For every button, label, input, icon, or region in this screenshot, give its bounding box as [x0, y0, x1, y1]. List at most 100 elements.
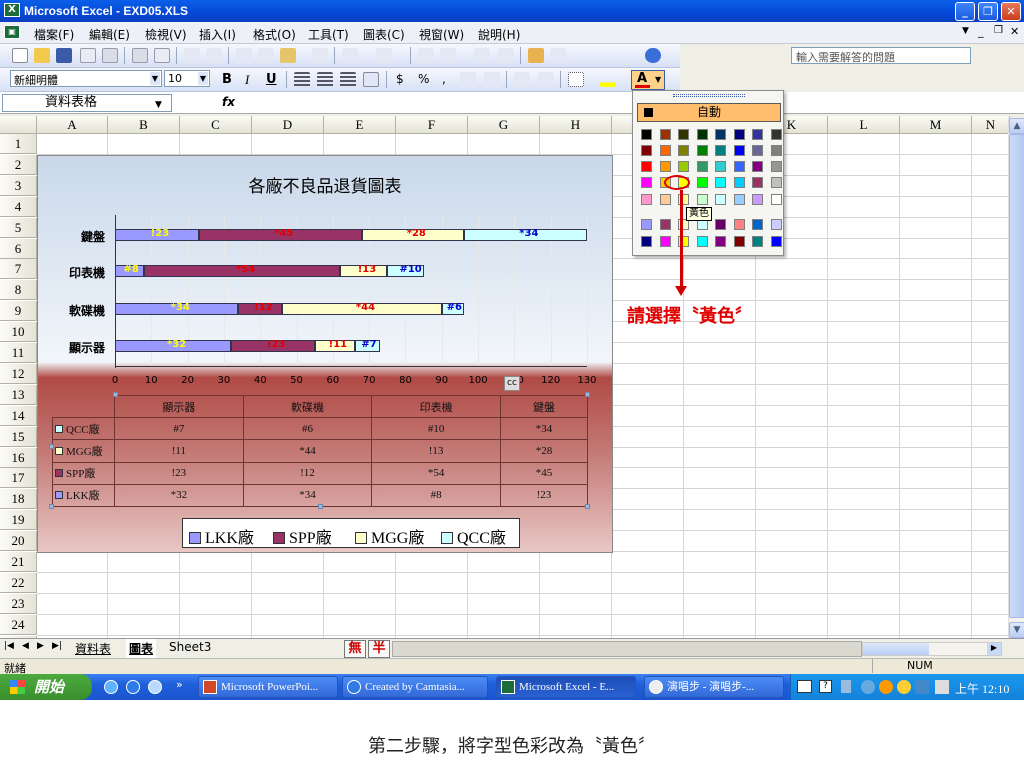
comma-icon[interactable]: , — [442, 72, 446, 86]
doc-minimize-icon[interactable]: _ — [978, 25, 984, 38]
autosum-icon[interactable] — [440, 48, 456, 63]
color-swatch[interactable] — [659, 219, 671, 230]
col-header-m[interactable]: M — [900, 116, 972, 134]
underline-icon[interactable]: U — [266, 72, 277, 87]
col-header-e[interactable]: E — [324, 116, 396, 134]
last-sheet-icon[interactable]: ▶| — [52, 641, 62, 651]
color-swatch[interactable] — [659, 129, 671, 140]
task-excel[interactable]: Microsoft Excel - E... — [496, 676, 636, 698]
clock[interactable]: 上午 12:10 — [955, 680, 1009, 697]
sort-ascending-icon[interactable] — [474, 48, 490, 63]
scroll-up-icon[interactable]: ▲ — [1009, 118, 1024, 134]
data-label[interactable]: !11 — [329, 339, 347, 350]
menu-view[interactable]: 檢視(V) — [145, 26, 187, 43]
menu-chart[interactable]: 圖表(C) — [363, 26, 405, 43]
col-header-n[interactable]: N — [972, 116, 1010, 134]
increase-indent-icon[interactable] — [538, 72, 554, 87]
horizontal-scrollbar[interactable]: ▶ — [862, 642, 1002, 656]
select-all-corner[interactable] — [0, 116, 37, 134]
undo-icon[interactable] — [342, 48, 358, 63]
increase-decimal-icon[interactable] — [460, 72, 476, 87]
prev-sheet-icon[interactable]: ◀ — [22, 641, 29, 651]
color-swatch[interactable] — [733, 236, 745, 247]
chart-legend[interactable]: LKK廠 SPP廠 MGG廠 QCC廠 — [182, 518, 520, 548]
col-header-b[interactable]: B — [108, 116, 180, 134]
row-header[interactable]: 13 — [0, 384, 37, 405]
row-header[interactable]: 2 — [0, 154, 37, 175]
row-header[interactable]: 3 — [0, 175, 37, 196]
ime-mode-button[interactable]: 無 — [344, 640, 366, 658]
name-box-dropdown-icon[interactable]: ▼ — [155, 97, 162, 113]
preview-icon[interactable] — [154, 48, 170, 63]
color-swatch[interactable] — [641, 194, 652, 205]
font-color-button[interactable]: A ▼ — [631, 70, 665, 90]
network-icon[interactable] — [841, 680, 851, 693]
doc-close-icon[interactable]: ✕ — [1010, 25, 1019, 38]
restore-button[interactable]: ❐ — [978, 2, 998, 21]
data-label[interactable]: !23 — [267, 339, 285, 350]
font-color-palette[interactable]: 自動 — [632, 90, 784, 256]
color-swatch[interactable] — [733, 177, 745, 188]
color-swatch[interactable] — [752, 129, 763, 140]
ime-width-button[interactable]: 半 — [368, 640, 390, 658]
data-label[interactable]: *32 — [167, 339, 186, 350]
color-swatch[interactable] — [770, 177, 782, 188]
row-header[interactable]: 5 — [0, 217, 37, 238]
color-swatch[interactable] — [752, 177, 763, 188]
row-header[interactable]: 8 — [0, 280, 37, 301]
quicklaunch-media-icon[interactable] — [104, 680, 118, 694]
color-swatch[interactable] — [696, 236, 708, 247]
color-swatch[interactable] — [770, 145, 782, 156]
data-label[interactable]: *45 — [274, 228, 293, 239]
color-swatch[interactable] — [733, 145, 745, 156]
col-header-l[interactable]: L — [828, 116, 900, 134]
data-label[interactable]: *44 — [356, 302, 375, 313]
color-swatch[interactable] — [641, 145, 652, 156]
ime-tray-icon[interactable] — [861, 680, 875, 694]
tray-app-icon[interactable] — [879, 680, 893, 694]
data-label[interactable]: *34 — [171, 302, 190, 313]
fill-color-icon[interactable] — [600, 72, 616, 87]
row-header[interactable]: 18 — [0, 489, 37, 510]
print-icon[interactable] — [102, 48, 118, 63]
col-header-d[interactable]: D — [252, 116, 324, 134]
color-swatch[interactable] — [715, 194, 726, 205]
open-icon[interactable] — [34, 48, 50, 63]
menu-help[interactable]: 說明(H) — [478, 26, 520, 43]
hyperlink-icon[interactable] — [418, 48, 434, 63]
color-swatch[interactable] — [752, 145, 763, 156]
color-swatch[interactable] — [696, 145, 708, 156]
quicklaunch-browser-icon[interactable] — [148, 680, 162, 694]
data-label[interactable]: #8 — [124, 264, 139, 275]
data-label[interactable]: *34 — [519, 228, 538, 239]
format-painter-icon[interactable] — [312, 48, 328, 63]
color-swatch[interactable] — [770, 219, 782, 230]
color-swatch[interactable] — [770, 194, 782, 205]
color-swatch[interactable] — [733, 194, 745, 205]
col-header-a[interactable]: A — [37, 116, 108, 134]
color-swatch[interactable] — [678, 145, 689, 156]
menu-tools[interactable]: 工具(T) — [308, 26, 349, 43]
quicklaunch-expand-icon[interactable]: » — [176, 678, 183, 691]
color-swatch[interactable] — [752, 194, 763, 205]
font-name-dropdown[interactable]: 新細明體 ▼ — [10, 70, 162, 87]
print-preview-icon[interactable] — [132, 48, 148, 63]
scroll-thumb[interactable] — [1009, 134, 1024, 618]
align-center-icon[interactable] — [317, 72, 333, 87]
display-icon[interactable] — [915, 680, 929, 694]
color-swatch[interactable] — [696, 194, 708, 205]
data-label[interactable]: !13 — [358, 264, 376, 275]
col-header-c[interactable]: C — [180, 116, 252, 134]
color-swatch[interactable] — [641, 129, 652, 140]
row-header[interactable]: 23 — [0, 593, 37, 614]
row-header[interactable]: 10 — [0, 322, 37, 343]
color-swatch[interactable] — [715, 236, 726, 247]
tab-sheet1[interactable]: 資料表 — [72, 639, 114, 658]
col-header-h[interactable]: H — [540, 116, 612, 134]
color-swatch[interactable] — [696, 161, 708, 172]
color-swatch[interactable] — [641, 177, 652, 188]
color-swatch[interactable] — [696, 129, 708, 140]
row-header[interactable]: 6 — [0, 238, 37, 259]
color-swatch[interactable] — [752, 219, 763, 230]
sort-descending-icon[interactable] — [498, 48, 514, 63]
